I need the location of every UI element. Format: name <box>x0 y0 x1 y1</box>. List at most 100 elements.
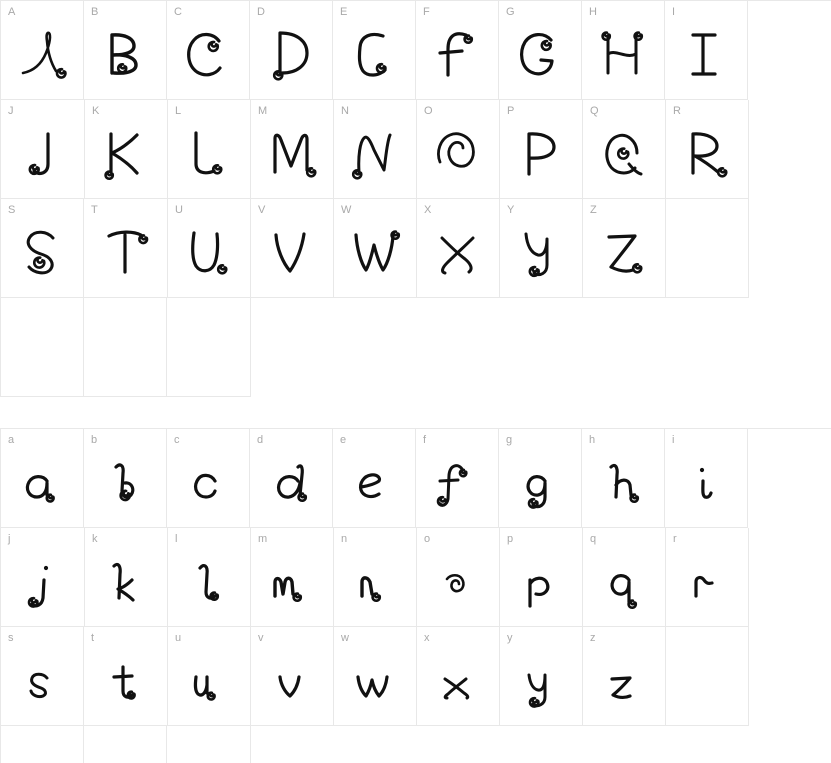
glyph-cell-Z[interactable]: Z <box>583 199 666 298</box>
glyph-cell-G[interactable]: G <box>499 1 582 100</box>
glyph-art-X <box>417 221 499 291</box>
glyph-cell-z[interactable]: z <box>583 627 666 726</box>
glyph-art-s <box>1 649 83 719</box>
glyph-cell-Q[interactable]: Q <box>583 100 666 199</box>
glyph-art-R <box>666 122 748 192</box>
glyph-cell-F[interactable]: F <box>416 1 499 100</box>
glyph-cell-h[interactable]: h <box>582 429 665 528</box>
glyph-cell-H[interactable]: H <box>582 1 665 100</box>
glyph-cell-S[interactable]: S <box>1 199 84 298</box>
glyph-art-b <box>84 451 166 521</box>
glyph-cell-U[interactable]: U <box>168 199 251 298</box>
glyph-cell-d[interactable]: d <box>250 429 333 528</box>
glyph-cell-v[interactable]: v <box>251 627 334 726</box>
glyph-cell-j[interactable]: j <box>1 528 85 627</box>
glyph-cell-K[interactable]: K <box>85 100 168 199</box>
glyph-cell-J[interactable]: J <box>1 100 85 199</box>
glyph-art-U <box>168 221 250 291</box>
glyph-cell-y[interactable]: y <box>500 627 583 726</box>
glyph-label: N <box>341 105 350 117</box>
glyph-cell-w[interactable]: w <box>334 627 417 726</box>
glyph-cell-k[interactable]: k <box>85 528 168 627</box>
glyph-label: y <box>507 632 513 644</box>
glyph-label: n <box>341 533 348 545</box>
glyph-label: L <box>175 105 182 117</box>
glyph-label: S <box>8 204 16 216</box>
glyph-cell-empty <box>167 298 251 397</box>
glyph-art-Q <box>583 122 665 192</box>
glyph-cell-I[interactable]: I <box>665 1 748 100</box>
glyph-cell-B[interactable]: B <box>84 1 167 100</box>
glyph-art-a <box>1 451 83 521</box>
glyph-label: f <box>423 434 427 446</box>
glyph-cell-g[interactable]: g <box>499 429 582 528</box>
glyph-cell-E[interactable]: E <box>333 1 416 100</box>
glyph-cell-f[interactable]: f <box>416 429 499 528</box>
glyph-cell-X[interactable]: X <box>417 199 500 298</box>
glyph-label: M <box>258 105 268 117</box>
glyph-cell-c[interactable]: c <box>167 429 250 528</box>
glyph-cell-m[interactable]: m <box>251 528 334 627</box>
glyph-art-i <box>665 451 747 521</box>
glyph-label: t <box>91 632 95 644</box>
glyph-art-C <box>167 23 249 93</box>
glyph-art-N <box>334 122 416 192</box>
glyph-art-t <box>84 649 167 719</box>
glyph-art-V <box>251 221 333 291</box>
glyph-cell-W[interactable]: W <box>334 199 417 298</box>
glyph-cell-o[interactable]: o <box>417 528 500 627</box>
glyph-cell-p[interactable]: p <box>500 528 583 627</box>
glyph-cell-Y[interactable]: Y <box>500 199 583 298</box>
glyph-cell-a[interactable]: a <box>1 429 84 528</box>
glyph-art-D <box>250 23 332 93</box>
glyph-cell-l[interactable]: l <box>168 528 251 627</box>
glyph-cell-i[interactable]: i <box>665 429 748 528</box>
glyph-label: e <box>340 434 347 446</box>
glyph-label: k <box>92 533 98 545</box>
glyph-label: u <box>175 632 182 644</box>
glyph-label: r <box>673 533 677 545</box>
glyph-cell-L[interactable]: L <box>168 100 251 199</box>
glyph-cell-empty <box>1 298 84 397</box>
glyph-label: m <box>258 533 268 545</box>
glyph-label: z <box>590 632 596 644</box>
glyph-label: a <box>8 434 15 446</box>
glyph-label: U <box>175 204 184 216</box>
glyph-cell-R[interactable]: R <box>666 100 749 199</box>
glyph-cell-b[interactable]: b <box>84 429 167 528</box>
glyph-cell-N[interactable]: N <box>334 100 417 199</box>
block-separator <box>0 397 831 428</box>
glyph-art-H <box>582 23 664 93</box>
glyph-label: s <box>8 632 14 644</box>
glyph-label: I <box>672 6 676 18</box>
glyph-cell-r[interactable]: r <box>666 528 749 627</box>
glyph-cell-s[interactable]: s <box>1 627 84 726</box>
glyph-cell-O[interactable]: O <box>417 100 500 199</box>
glyph-cell-empty <box>167 726 251 763</box>
glyph-label: J <box>8 105 14 117</box>
glyph-cell-P[interactable]: P <box>500 100 583 199</box>
glyph-cell-A[interactable]: A <box>1 1 84 100</box>
glyph-art-T <box>84 221 167 291</box>
glyph-cell-M[interactable]: M <box>251 100 334 199</box>
glyph-label: E <box>340 6 348 18</box>
glyph-cell-n[interactable]: n <box>334 528 417 627</box>
glyph-cell-T[interactable]: T <box>84 199 168 298</box>
glyph-art-J <box>1 122 84 192</box>
glyph-art-Y <box>500 221 582 291</box>
glyph-cell-V[interactable]: V <box>251 199 334 298</box>
glyph-art-j <box>1 550 84 620</box>
glyph-label: b <box>91 434 98 446</box>
glyph-cell-D[interactable]: D <box>250 1 333 100</box>
glyph-cell-C[interactable]: C <box>167 1 250 100</box>
glyph-label: G <box>506 6 515 18</box>
glyph-cell-u[interactable]: u <box>168 627 251 726</box>
glyph-cell-x[interactable]: x <box>417 627 500 726</box>
glyph-art-d <box>250 451 332 521</box>
glyph-art-x <box>417 649 499 719</box>
glyph-art-Z <box>583 221 665 291</box>
glyph-label: c <box>174 434 180 446</box>
glyph-cell-t[interactable]: t <box>84 627 168 726</box>
glyph-cell-e[interactable]: e <box>333 429 416 528</box>
glyph-cell-q[interactable]: q <box>583 528 666 627</box>
